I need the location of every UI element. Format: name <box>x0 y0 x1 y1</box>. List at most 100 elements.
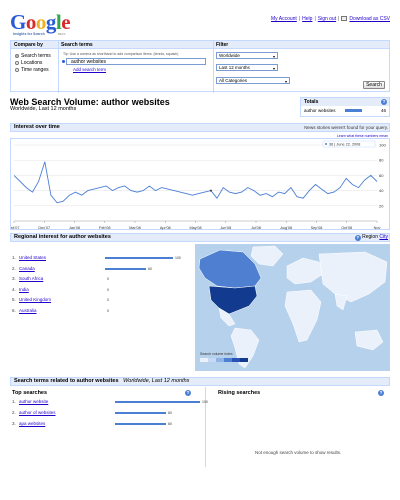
chevron-down-icon: ▾ <box>272 66 275 71</box>
google-logo[interactable]: Google <box>10 12 71 33</box>
tooltip-text: 36 | June 22, 2008 <box>329 143 360 147</box>
logo-subtitle: Insights for Search <box>13 32 45 36</box>
region-rank: 4. <box>12 286 16 292</box>
region-link[interactable]: United States <box>19 255 46 260</box>
region-value: 60 <box>148 266 152 271</box>
greenland-region <box>250 245 284 267</box>
totals-bar <box>345 109 362 112</box>
related-term-link[interactable]: author of websites <box>19 410 56 415</box>
related-bar <box>115 412 166 414</box>
x-tick-label: Jun'08 <box>220 226 231 230</box>
x-tick-label: Jan'08 <box>69 226 80 230</box>
x-tick-label: Aug'08 <box>280 226 292 230</box>
related-term-link[interactable]: apa websites <box>19 421 45 426</box>
related-bar <box>115 423 166 425</box>
location-select[interactable]: Worldwide ▾ <box>216 52 278 59</box>
legend-swatch <box>240 358 248 362</box>
x-tick-label: Apr'08 <box>160 226 171 230</box>
search-terms-label: Search terms <box>61 42 93 48</box>
region-toggle[interactable]: Region <box>362 234 378 240</box>
x-tick-label: Jul'08 <box>251 226 261 230</box>
beta-badge: BETA <box>58 32 66 36</box>
y-tick-label: 80 <box>379 158 384 163</box>
category-select[interactable]: All Categories ▾ <box>216 77 290 84</box>
legend-swatch <box>208 358 216 362</box>
regional-interest-header: Regional interest for author websites <box>10 233 390 242</box>
region-link[interactable]: Canada <box>19 266 35 271</box>
region-link[interactable]: Australia <box>19 308 37 313</box>
region-rank: 1. <box>12 255 16 260</box>
related-searches-header: Search terms related to author websites … <box>10 377 390 386</box>
radio-locations[interactable]: Locations <box>15 60 42 66</box>
region-value: 0 <box>107 277 109 281</box>
legend-swatch <box>216 358 224 362</box>
help-icon[interactable]: ? <box>378 390 384 396</box>
data-point-marker[interactable] <box>209 189 212 192</box>
totals-box: Totals ? author websites 46 <box>300 97 390 117</box>
filter-label: Filter <box>216 42 229 48</box>
australia-region <box>354 329 384 351</box>
top-searches-label: Top searches <box>12 390 48 396</box>
africa-region <box>284 289 322 343</box>
region-rank: 5. <box>12 297 16 302</box>
radio-search-terms[interactable]: Search terms <box>15 53 51 59</box>
legend-swatch <box>200 358 208 362</box>
x-tick-label: Mar'08 <box>129 226 141 230</box>
related-divider <box>205 387 206 467</box>
page-subtitle: Worldwide, Last 12 months <box>10 106 77 112</box>
related-value: 100 <box>202 400 208 404</box>
compare-by-label: Compare by <box>14 42 43 48</box>
totals-value: 46 <box>380 108 386 113</box>
search-term-input[interactable]: author websites <box>66 58 206 65</box>
tooltip-swatch <box>325 143 327 145</box>
region-link[interactable]: United Kingdom <box>19 297 51 302</box>
x-tick-label: Dec'07 <box>38 226 50 230</box>
region-city-toggle: ? Region City <box>354 234 388 241</box>
map-legend-label: Search volume index <box>200 352 233 356</box>
europe-region <box>286 257 324 285</box>
legend-swatch <box>232 358 240 362</box>
region-link[interactable]: South Africa <box>19 276 43 281</box>
time-range-select[interactable]: Last 12 months ▾ <box>216 64 278 71</box>
india-region <box>334 293 348 311</box>
city-toggle-link[interactable]: City <box>379 234 388 240</box>
related-term-link[interactable]: author website <box>19 399 48 404</box>
chevron-down-icon: ▾ <box>272 54 275 59</box>
world-map[interactable]: Search volume index <box>195 244 390 371</box>
x-tick-label: Oct'08 <box>341 226 352 230</box>
help-icon[interactable]: ? <box>354 235 361 241</box>
my-account-link[interactable]: My Account <box>271 16 297 22</box>
search-button[interactable]: Search <box>363 81 385 89</box>
related-value: 60 <box>168 411 172 415</box>
series-line <box>13 161 378 204</box>
y-tick-label: 40 <box>379 188 384 193</box>
south-america-region <box>230 327 260 369</box>
region-value: 0 <box>107 308 109 313</box>
y-tick-label: 20 <box>379 203 384 208</box>
region-bar <box>105 267 146 270</box>
region-link[interactable]: India <box>19 287 29 292</box>
download-csv-link[interactable]: Download as CSV <box>349 16 390 22</box>
sign-out-link[interactable]: Sign out <box>318 16 336 22</box>
region-bar <box>105 257 173 259</box>
related-rank: 2. <box>12 410 16 415</box>
region-rank: 6. <box>12 307 16 313</box>
add-search-term-link[interactable]: Add search term <box>73 67 106 72</box>
asia-region <box>318 251 388 303</box>
region-rank: 2. <box>12 265 16 271</box>
help-icon[interactable]: ? <box>381 99 387 105</box>
news-note: News stories weren't found for your quer… <box>304 125 388 130</box>
y-tick-label: 60 <box>379 173 384 178</box>
rising-searches-label: Rising searches <box>218 390 261 396</box>
tip-text: Tip: Use a comma as shorthand to add com… <box>63 52 179 56</box>
help-link[interactable]: Help <box>302 16 312 22</box>
map-legend-swatches <box>200 358 248 362</box>
rising-empty-message: Not enough search volume to show results… <box>255 450 342 455</box>
y-tick-label: 100 <box>379 143 386 148</box>
totals-term: author websites <box>304 108 336 113</box>
related-value: 60 <box>168 422 172 426</box>
interest-chart[interactable]: 20 40 60 80 100 Oct'07 Dec'07 Jan'08 Feb'08 Mar'0… <box>10 138 390 230</box>
region-value: 0 <box>107 298 109 302</box>
help-icon[interactable]: ? <box>185 390 191 396</box>
radio-time-ranges[interactable]: Time ranges <box>15 67 49 73</box>
